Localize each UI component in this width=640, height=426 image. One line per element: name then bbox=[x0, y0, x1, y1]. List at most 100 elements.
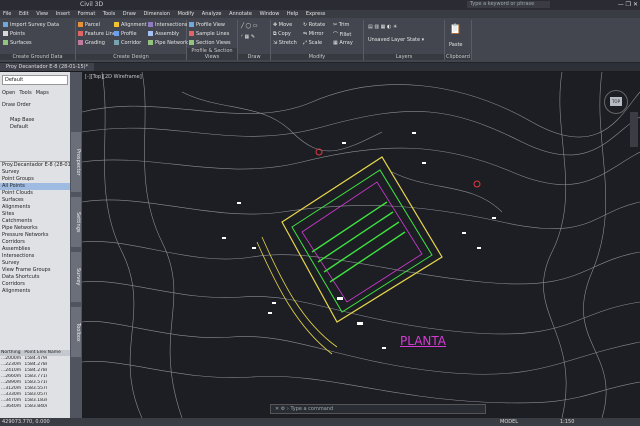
tab-settings[interactable]: Settings bbox=[71, 197, 81, 247]
pipe-network-icon bbox=[148, 40, 153, 45]
section-views-button[interactable]: Section Views bbox=[189, 40, 231, 46]
rotate-label: Rotate bbox=[308, 22, 326, 28]
annotation-scale[interactable]: 1:150 bbox=[560, 418, 574, 426]
tree-item[interactable]: Corridors bbox=[0, 239, 70, 246]
profile-view-button[interactable]: Profile View bbox=[189, 22, 225, 28]
tree-item[interactable]: Corridors bbox=[0, 281, 70, 288]
menu-edit[interactable]: Edit bbox=[16, 10, 32, 18]
import-survey-data-button[interactable]: Import Survey Data bbox=[3, 22, 59, 28]
menu-tools[interactable]: Tools bbox=[100, 10, 118, 18]
rotate-button[interactable]: ↻ Rotate bbox=[303, 22, 325, 28]
tree-item[interactable]: Pressure Networks bbox=[0, 232, 70, 239]
menu-view[interactable]: View bbox=[33, 10, 51, 18]
tree-item[interactable]: Intersections bbox=[0, 253, 70, 260]
command-line[interactable]: ✕ ⚙ › Type a command bbox=[270, 404, 486, 414]
tree-item[interactable]: Pipe Networks bbox=[0, 225, 70, 232]
array-button[interactable]: ▦ Array bbox=[333, 40, 353, 46]
open-icon[interactable]: Open bbox=[2, 90, 15, 96]
parcel-button[interactable]: Parcel bbox=[78, 22, 100, 28]
model-tab[interactable]: MODEL bbox=[500, 418, 518, 426]
tab-prospector[interactable]: Prospector bbox=[71, 132, 81, 192]
search-input[interactable]: Type a keyword or phrase bbox=[467, 1, 550, 8]
viewcube[interactable]: TOP bbox=[604, 90, 628, 114]
surfaces-button[interactable]: Surfaces bbox=[3, 40, 32, 46]
profile-icon bbox=[114, 31, 119, 36]
menu-window[interactable]: Window bbox=[257, 10, 283, 18]
top-face-icon[interactable]: TOP bbox=[610, 97, 622, 106]
intersections-button[interactable]: Intersections bbox=[148, 22, 187, 28]
menu-draw[interactable]: Draw bbox=[120, 10, 139, 18]
fillet-button[interactable]: ⌒ Fillet bbox=[333, 31, 351, 38]
menu-format[interactable]: Format bbox=[75, 10, 99, 18]
window-controls[interactable]: — ❐ ✕ bbox=[618, 1, 638, 8]
paste-icon[interactable]: 📋 bbox=[449, 24, 461, 35]
tree-item[interactable]: Alignments bbox=[0, 288, 70, 295]
line-icon[interactable]: ╱ ◯ ▭ bbox=[241, 23, 258, 29]
drawing-svg bbox=[82, 72, 640, 418]
menu-modify[interactable]: Modify bbox=[175, 10, 198, 18]
maps-icon[interactable]: Maps bbox=[36, 90, 49, 96]
panel-create-design: Parcel Feature Line Grading Alignment Pr… bbox=[76, 20, 188, 60]
panel-clipboard: 📋 Paste Clipboard bbox=[445, 20, 472, 60]
tree-item[interactable]: Survey bbox=[0, 260, 70, 267]
surfaces-label: Surfaces bbox=[10, 40, 32, 46]
menu-analyze[interactable]: Analyze bbox=[199, 10, 225, 18]
sample-lines-button[interactable]: Sample Lines bbox=[189, 31, 229, 37]
draw-order-button[interactable]: Draw Order bbox=[0, 102, 70, 109]
move-label: Move bbox=[278, 22, 293, 28]
menu-annotate[interactable]: Annotate bbox=[226, 10, 255, 18]
tree-item[interactable]: Alignments bbox=[0, 204, 70, 211]
stretch-button[interactable]: ⇲ Stretch bbox=[273, 40, 297, 46]
feature-line-button[interactable]: Feature Line bbox=[78, 31, 116, 37]
map-base-label: Map Base bbox=[10, 117, 35, 123]
tree-item[interactable]: View Frame Groups bbox=[0, 267, 70, 274]
grading-label: Grading bbox=[85, 40, 105, 46]
mirror-label: Mirror bbox=[308, 31, 324, 37]
mirror-button[interactable]: ⇋ Mirror bbox=[303, 31, 324, 37]
alignment-button[interactable]: Alignment bbox=[114, 22, 147, 28]
corridor-button[interactable]: Corridor bbox=[114, 40, 141, 46]
paste-button[interactable]: Paste bbox=[449, 42, 463, 48]
toolspace-dropdown[interactable]: Default bbox=[2, 75, 68, 85]
arc-icon[interactable]: ◜ ▦ ✎ bbox=[241, 34, 255, 40]
tree-item[interactable]: Assemblies bbox=[0, 246, 70, 253]
doc-tab[interactable]: Proy Decantador E-8 (28-01-15)* bbox=[0, 63, 95, 71]
tree-item[interactable]: Catchments bbox=[0, 218, 70, 225]
menu-express[interactable]: Express bbox=[303, 10, 329, 18]
points-button[interactable]: Points bbox=[3, 31, 25, 37]
viewport-label[interactable]: [-][Top][2D Wireframe] bbox=[85, 74, 142, 80]
assembly-button[interactable]: Assembly bbox=[148, 31, 179, 37]
alignment-label: Alignment bbox=[121, 22, 147, 28]
tab-toolbox[interactable]: Toolbox bbox=[71, 307, 81, 357]
menu-file[interactable]: File bbox=[0, 10, 14, 18]
tree-item[interactable]: Point Groups bbox=[0, 176, 70, 183]
drawing-canvas[interactable]: [-][Top][2D Wireframe] PLANTA TOP bbox=[82, 72, 640, 418]
tools-icon[interactable]: Tools bbox=[19, 90, 31, 96]
import-icon bbox=[3, 22, 8, 27]
menu-insert[interactable]: Insert bbox=[53, 10, 73, 18]
table-row[interactable]: ...3640m1583.840m bbox=[0, 404, 70, 410]
tree-item[interactable]: Sites bbox=[0, 211, 70, 218]
tree-item[interactable]: Proy.Decantador E-8 (28-01-1... bbox=[0, 162, 70, 169]
grading-button[interactable]: Grading bbox=[78, 40, 105, 46]
tree-item[interactable]: Surfaces bbox=[0, 197, 70, 204]
layer-state-dropdown[interactable]: Unsaved Layer State ▾ bbox=[368, 37, 424, 43]
nav-bar[interactable] bbox=[630, 112, 638, 147]
tree-item[interactable]: Point Clouds bbox=[0, 190, 70, 197]
tree-item-selected[interactable]: All Points bbox=[0, 183, 70, 190]
move-button[interactable]: ✥ Move bbox=[273, 22, 292, 28]
tree-item[interactable]: Survey bbox=[0, 169, 70, 176]
menu-dimension[interactable]: Dimension bbox=[140, 10, 173, 18]
sample-lines-icon bbox=[189, 31, 194, 36]
trim-label: Trim bbox=[338, 22, 350, 28]
layer-icons[interactable]: ▤ ▥ ▦ ◐ ☀ bbox=[368, 24, 397, 30]
pipe-network-button[interactable]: Pipe Network bbox=[148, 40, 188, 46]
tab-survey[interactable]: Survey bbox=[71, 252, 81, 302]
copy-button[interactable]: ⧉ Copy bbox=[273, 31, 291, 37]
assembly-icon bbox=[148, 31, 153, 36]
trim-button[interactable]: ✂ Trim bbox=[333, 22, 349, 28]
profile-button[interactable]: Profile bbox=[114, 31, 137, 37]
tree-item[interactable]: Data Shortcuts bbox=[0, 274, 70, 281]
scale-button[interactable]: ⤢ Scale bbox=[303, 40, 322, 46]
menu-help[interactable]: Help bbox=[284, 10, 301, 18]
